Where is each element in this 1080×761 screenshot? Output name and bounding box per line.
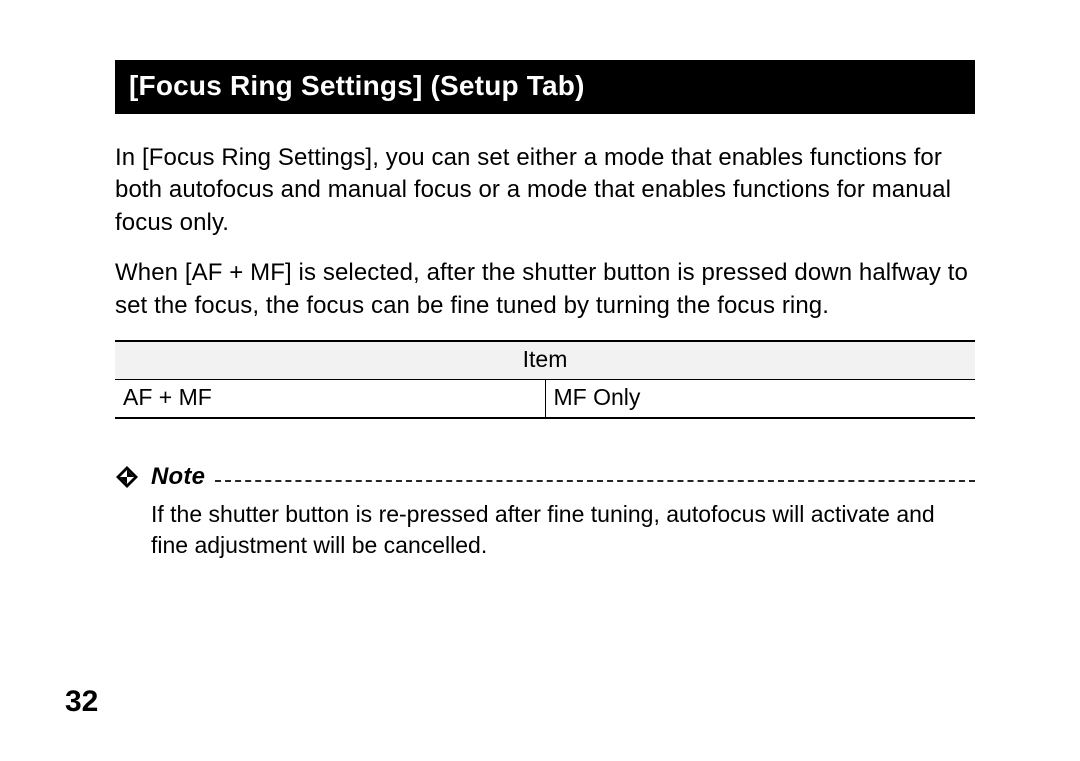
note-text: If the shutter button is re-pressed afte… (151, 499, 975, 561)
table-row: AF + MF MF Only (115, 379, 975, 418)
table-header-item: Item (115, 341, 975, 380)
intro-paragraph-2: When [AF + MF] is selected, after the sh… (115, 257, 975, 322)
note-label: Note (151, 463, 205, 491)
note-header: Note (151, 463, 975, 491)
note-divider (215, 480, 975, 482)
intro-paragraph-1: In [Focus Ring Settings], you can set ei… (115, 142, 975, 239)
section-heading: [Focus Ring Settings] (Setup Tab) (115, 60, 975, 114)
settings-table: Item AF + MF MF Only (115, 340, 975, 419)
page-number: 32 (65, 685, 98, 719)
note-icon (115, 465, 139, 489)
table-cell-mf-only: MF Only (545, 379, 975, 418)
page-content: [Focus Ring Settings] (Setup Tab) In [Fo… (0, 0, 1080, 561)
note-block: Note If the shutter button is re-pressed… (115, 463, 975, 561)
table-cell-af-mf: AF + MF (115, 379, 545, 418)
note-content: Note If the shutter button is re-pressed… (151, 463, 975, 561)
